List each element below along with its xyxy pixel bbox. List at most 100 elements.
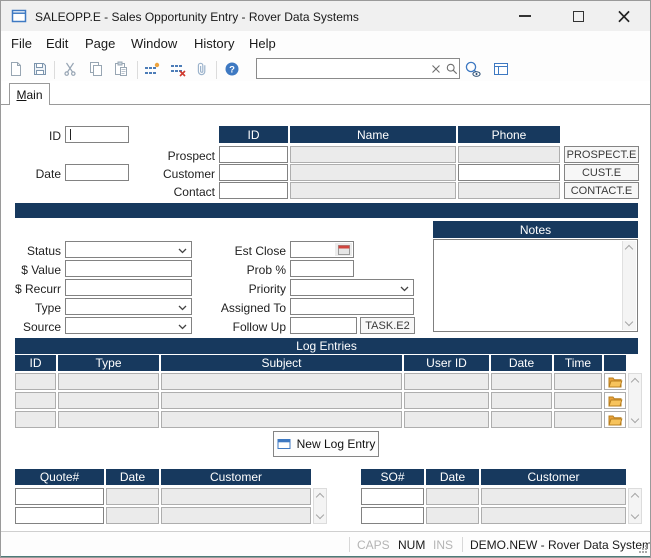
log-cell-type (58, 373, 159, 390)
minimize-button[interactable] (505, 4, 545, 28)
contact-open-button[interactable]: CONTACT.E (564, 182, 639, 199)
log-col-open (604, 355, 626, 371)
priority-select[interactable] (290, 279, 414, 296)
date-picker-button[interactable] (335, 243, 352, 256)
menu-window[interactable]: Window (127, 34, 181, 53)
chevron-down-icon (400, 286, 409, 292)
log-cell-id (15, 411, 56, 428)
notes-header: Notes (433, 221, 638, 238)
customer-phone-input[interactable] (458, 164, 560, 181)
log-cell-type (58, 411, 159, 428)
task-open-button[interactable]: TASK.E2 (360, 317, 415, 334)
chevron-down-icon (178, 305, 187, 311)
save-button[interactable] (29, 59, 51, 81)
recurr-label: $ Recurr (1, 282, 61, 296)
prob-input[interactable] (290, 260, 354, 277)
prob-label: Prob % (201, 263, 286, 277)
notes-scrollbar[interactable] (622, 241, 636, 330)
search-icon[interactable] (445, 62, 459, 76)
follow-up-input[interactable] (290, 317, 357, 334)
est-close-input[interactable] (290, 241, 354, 258)
toolbar-separator (54, 61, 55, 79)
search-input[interactable] (259, 60, 424, 77)
lookup-button[interactable] (462, 59, 484, 81)
recurr-input[interactable] (65, 279, 192, 296)
prospect-id-input[interactable] (219, 146, 288, 163)
log-scrollbar[interactable] (628, 373, 642, 428)
quotes-scrollbar[interactable] (313, 488, 327, 524)
menu-page[interactable]: Page (81, 34, 119, 53)
type-select[interactable] (65, 298, 192, 315)
tab-main[interactable]: Main (9, 83, 50, 105)
attachment-icon (194, 61, 210, 77)
assigned-to-label: Assigned To (201, 301, 286, 315)
prospect-open-button[interactable]: PROSPECT.E (564, 146, 639, 163)
customer-open-button[interactable]: CUST.E (564, 164, 639, 181)
log-col-date: Date (491, 355, 552, 371)
menu-edit[interactable]: Edit (42, 34, 72, 53)
so-number-input[interactable] (361, 507, 424, 524)
new-button[interactable] (5, 59, 27, 81)
date-input[interactable] (65, 164, 129, 181)
scroll-down-icon[interactable] (631, 415, 639, 423)
open-log-button[interactable] (604, 392, 626, 409)
clear-search-icon[interactable] (429, 62, 443, 76)
quote-number-input[interactable] (15, 507, 104, 524)
attachment-button[interactable] (191, 59, 213, 81)
customer-id-input[interactable] (219, 164, 288, 181)
assigned-to-input[interactable] (290, 298, 414, 315)
session-label: DEMO.NEW - Rover Data Systems (470, 538, 651, 552)
menu-help[interactable]: Help (245, 34, 280, 53)
close-icon: × (616, 6, 633, 26)
window-title: SALEOPP.E - Sales Opportunity Entry - Ro… (35, 10, 359, 24)
browse-button[interactable] (490, 59, 512, 81)
paste-button[interactable] (110, 59, 132, 81)
maximize-button[interactable] (558, 4, 598, 28)
scroll-up-icon[interactable] (625, 245, 633, 253)
menu-history[interactable]: History (190, 34, 238, 53)
scroll-down-icon[interactable] (625, 318, 633, 326)
quote-customer-field (161, 507, 311, 524)
open-log-button[interactable] (604, 411, 626, 428)
section-divider-bar (15, 203, 638, 218)
so-number-input[interactable] (361, 488, 424, 505)
value-label: $ Value (1, 263, 61, 277)
notes-textarea[interactable] (433, 239, 638, 332)
insert-row-button[interactable] (141, 59, 163, 81)
copy-button[interactable] (85, 59, 107, 81)
source-select[interactable] (65, 317, 192, 334)
close-button[interactable]: × (604, 4, 644, 28)
help-button[interactable]: ? (221, 59, 243, 81)
log-cell-user-id (404, 411, 489, 428)
orders-col-number: SO# (361, 469, 424, 485)
scroll-up-icon[interactable] (631, 378, 639, 386)
scroll-up-icon[interactable] (631, 493, 639, 501)
open-log-button[interactable] (604, 373, 626, 390)
delete-row-button[interactable] (167, 59, 189, 81)
so-date-field (426, 488, 479, 505)
app-icon[interactable] (11, 8, 27, 24)
new-log-entry-button[interactable]: New Log Entry (273, 431, 379, 457)
folder-icon (608, 414, 623, 426)
value-input[interactable] (65, 260, 192, 277)
cut-button[interactable] (59, 59, 81, 81)
scroll-down-icon[interactable] (316, 511, 324, 519)
quote-number-input[interactable] (15, 488, 104, 505)
date-label: Date (11, 167, 61, 181)
orders-scrollbar[interactable] (628, 488, 642, 524)
log-cell-time (554, 392, 602, 409)
paste-icon (113, 61, 129, 77)
id-input[interactable] (65, 126, 129, 143)
menu-file[interactable]: File (7, 34, 36, 53)
application-window: SALEOPP.E - Sales Opportunity Entry - Ro… (0, 0, 651, 558)
contact-id-input[interactable] (219, 182, 288, 199)
log-cell-time (554, 373, 602, 390)
customer-name-field (290, 164, 456, 181)
resize-grip-icon[interactable] (638, 544, 648, 554)
maximize-icon (573, 11, 584, 22)
scroll-down-icon[interactable] (631, 511, 639, 519)
svg-text:?: ? (229, 65, 235, 76)
party-col-id: ID (219, 126, 288, 143)
scroll-up-icon[interactable] (316, 493, 324, 501)
status-select[interactable] (65, 241, 192, 258)
